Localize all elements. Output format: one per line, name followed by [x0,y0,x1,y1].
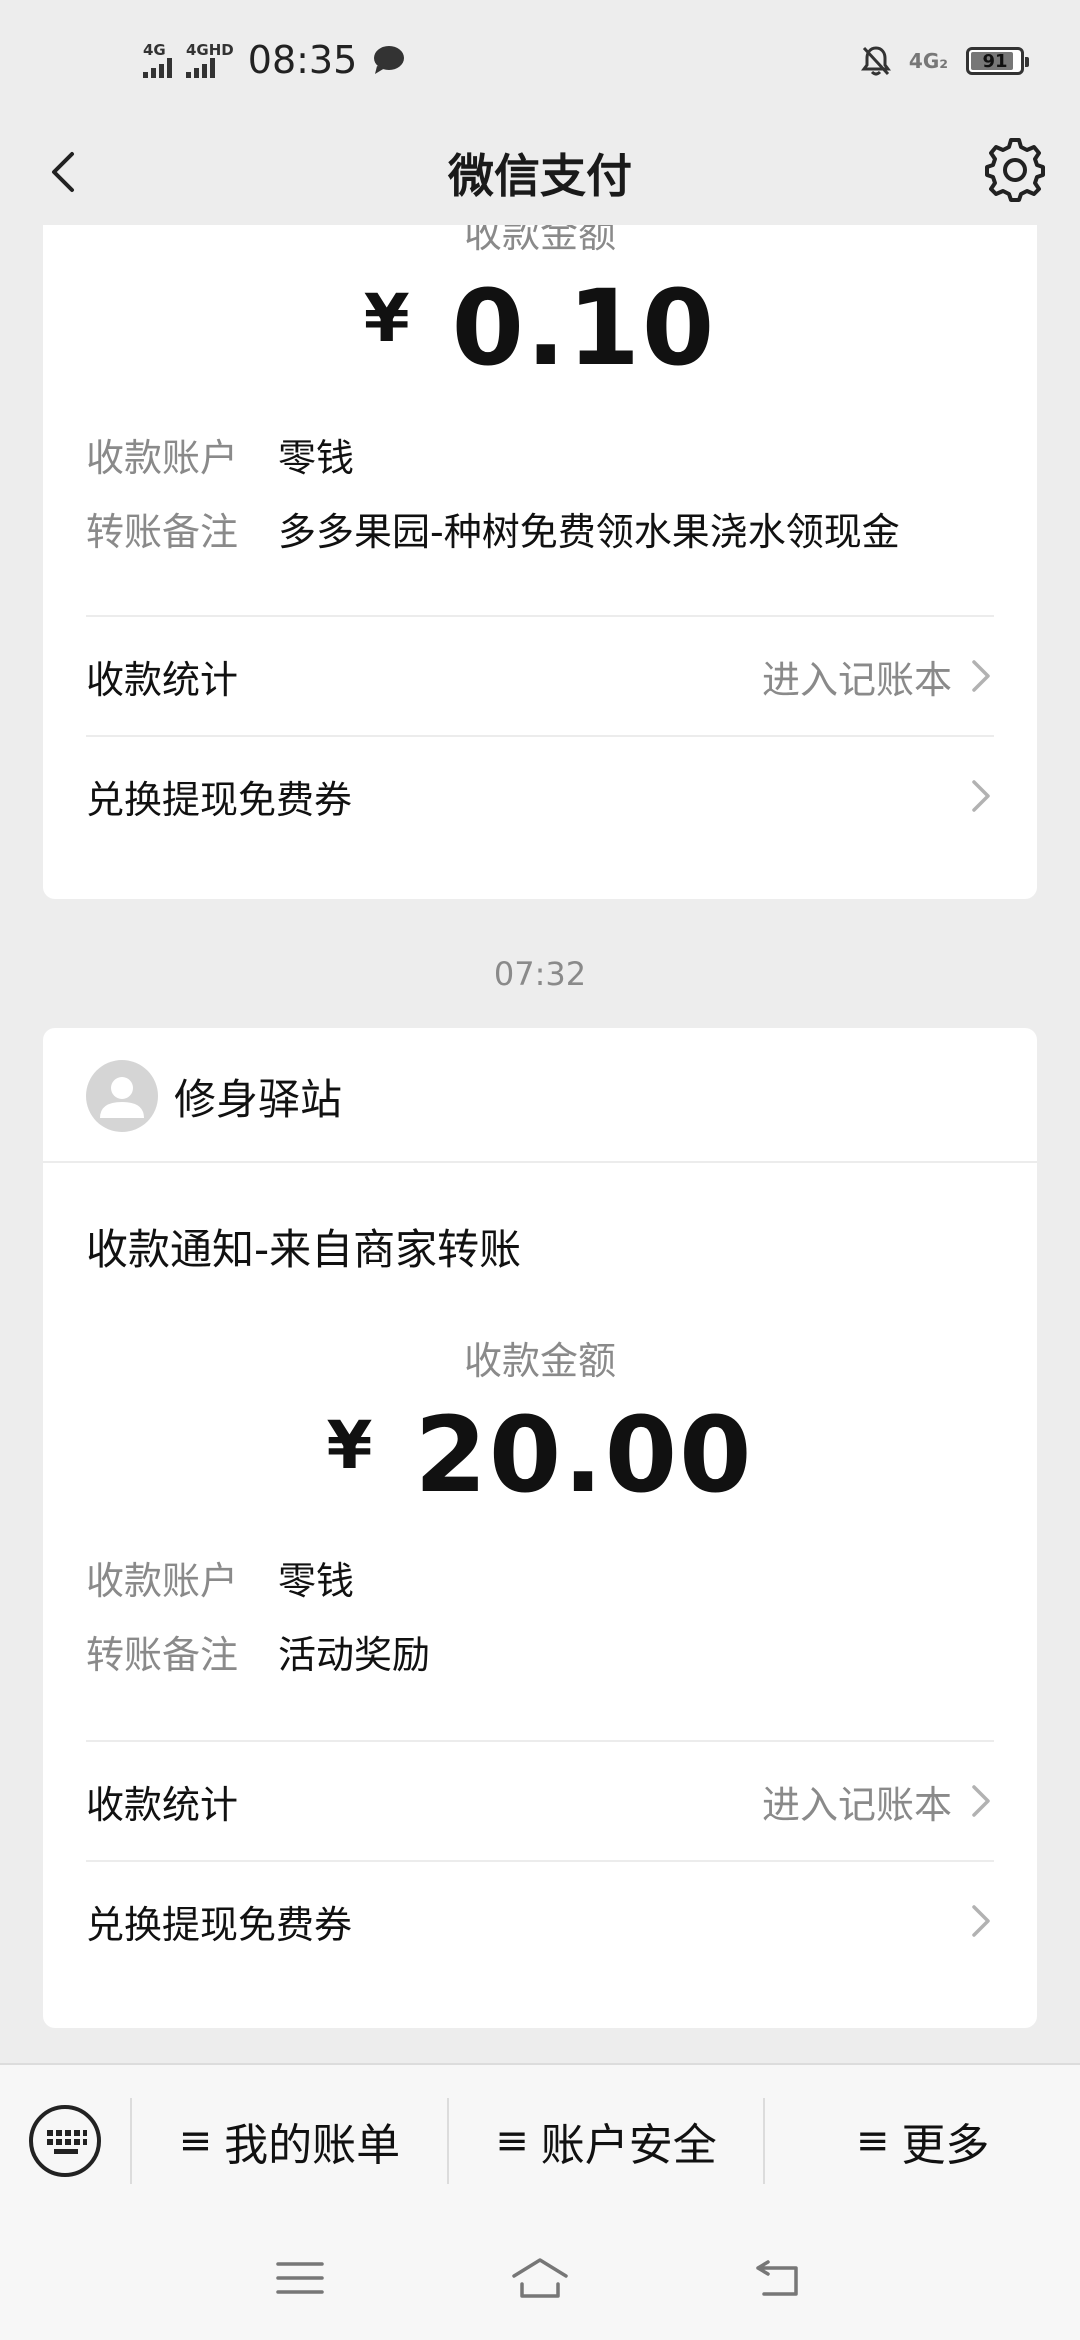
menu-label: 更多 [901,2120,990,2171]
message-list[interactable]: 收款金额 ¥0.10 收款账户 零钱 转账备注 多多果园-种树免费领水果浇水领现… [0,225,1080,2063]
chevron-right-icon [972,1785,990,1817]
message-timestamp: 07:32 [493,955,587,993]
coupon-row[interactable]: 兑换提现免费券 [86,737,994,855]
avatar [86,1060,158,1132]
stats-row[interactable]: 收款统计 进入记账本 [86,617,994,735]
note-value: 多多果园-种树免费领水果浇水领现金 [278,510,900,554]
menu-label: 我的账单 [224,2120,401,2171]
status-left: 4G 4GHD 08:35 [143,32,405,88]
currency-symbol: ¥ [363,279,412,357]
stats-row[interactable]: 收款统计 进入记账本 [86,1742,994,1860]
account-key: 收款账户 [86,1559,239,1603]
bell-muted-icon [860,46,891,76]
settings-button[interactable] [980,135,1050,205]
menu-label: 账户安全 [540,2120,717,2171]
amount-value: ¥20.00 [43,1394,1037,1516]
bottom-menu: ≡ 我的账单 ≡ 账户安全 ≡ 更多 [0,2063,1080,2217]
menu-my-bills[interactable]: ≡ 我的账单 [130,2098,447,2184]
stats-link: 进入记账本 [761,657,952,702]
back-nav-icon[interactable] [750,2248,810,2308]
home-icon[interactable] [510,2248,570,2308]
note-value: 活动奖励 [278,1633,431,1677]
account-value: 零钱 [278,436,355,480]
note-key: 转账备注 [86,1633,239,1677]
stats-label: 收款统计 [86,1782,239,1827]
account-key: 收款账户 [86,436,239,480]
list-icon: ≡ [178,2118,213,2164]
merchant-header[interactable]: 修身驿站 [86,1058,342,1134]
signal-icon: 4G [143,40,172,78]
keyboard-icon [29,2105,101,2177]
coupon-label: 兑换提现免费券 [86,777,353,822]
battery-level: 91 [982,50,1008,72]
amount-label: 收款金额 [463,1339,616,1383]
note-row: 转账备注 活动奖励 [86,1624,430,1679]
note-row: 转账备注 多多果园-种树免费领水果浇水领现金 [86,501,900,556]
currency-symbol: ¥ [326,1406,375,1484]
network-indicator: 4G₂ [908,49,948,73]
account-value: 零钱 [278,1559,355,1603]
list-icon: ≡ [855,2118,890,2164]
chat-bubble-icon [374,46,405,74]
notification-title: 收款通知-来自商家转账 [86,1225,522,1274]
page-title: 微信支付 [448,148,632,203]
chevron-right-icon [972,780,990,812]
list-icon: ≡ [495,2118,529,2164]
menu-icon[interactable] [270,2248,330,2308]
chevron-right-icon [972,660,990,692]
back-button[interactable] [34,140,98,204]
nav-bar: 微信支付 [0,120,1080,225]
keyboard-toggle-button[interactable] [0,2065,130,2217]
clock: 08:35 [247,38,358,82]
payment-card: 修身驿站 收款通知-来自商家转账 收款金额 ¥20.00 收款账户 零钱 转账备… [43,1028,1037,2028]
system-navigation [0,2215,1080,2340]
signal-hd-icon: 4GHD [186,40,234,78]
divider [43,1161,1037,1163]
menu-more[interactable]: ≡ 更多 [763,2098,1080,2184]
stats-link: 进入记账本 [761,1782,952,1827]
amount-number: 20.00 [414,1394,754,1516]
user-icon [100,1077,144,1118]
merchant-name: 修身驿站 [174,1074,343,1124]
status-bar: 4G 4GHD 08:35 4G₂ 91 [0,0,1080,120]
stats-label: 收款统计 [86,657,239,702]
coupon-row[interactable]: 兑换提现免费券 [86,1862,994,1980]
account-row: 收款账户 零钱 [86,1550,354,1605]
account-row: 收款账户 零钱 [86,427,354,482]
payment-card: 收款金额 ¥0.10 收款账户 零钱 转账备注 多多果园-种树免费领水果浇水领现… [43,225,1037,899]
signal-label: 4G [143,40,166,59]
note-key: 转账备注 [86,510,239,554]
signal-hd-label: 4GHD [186,40,234,59]
battery-icon: 91 [966,47,1029,75]
amount-number: 0.10 [451,267,717,389]
amount-label: 收款金额 [463,225,616,256]
coupon-label: 兑换提现免费券 [86,1902,353,1947]
amount-value: ¥0.10 [43,267,1037,389]
chevron-left-icon [52,152,74,192]
gear-icon [985,138,1045,202]
menu-account-security[interactable]: ≡ 账户安全 [446,2098,764,2184]
chevron-right-icon [972,1905,990,1937]
status-right: 4G₂ 91 [860,36,1029,86]
